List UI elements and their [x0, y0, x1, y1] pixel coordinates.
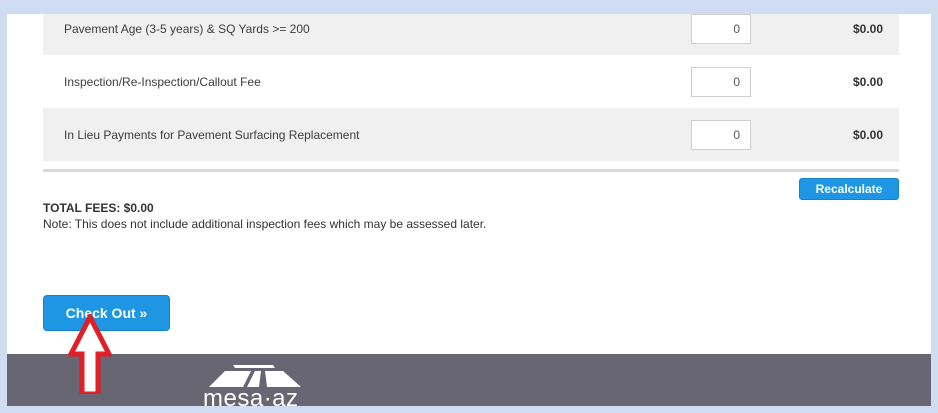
fee-amount: $0.00 — [852, 127, 883, 142]
fees-note: Note: This does not include additional i… — [43, 217, 487, 231]
mesa-az-logo[interactable]: mesa·az — [203, 363, 323, 406]
fee-amount: $0.00 — [852, 21, 883, 36]
fee-row: In Lieu Payments for Pavement Surfacing … — [43, 108, 899, 161]
red-arrow-up-icon — [68, 314, 112, 394]
fee-label: In Lieu Payments for Pavement Surfacing … — [64, 127, 360, 142]
logo-text: mesa·az — [203, 385, 299, 407]
fee-quantity-input[interactable] — [691, 14, 751, 44]
total-fees: TOTAL FEES: $0.00 — [43, 201, 154, 215]
fee-quantity-input[interactable] — [691, 119, 751, 150]
fee-row: Pavement Age (3-5 years) & SQ Yards >= 2… — [43, 14, 899, 55]
site-footer: mesa·az — [7, 354, 931, 406]
fee-quantity-input[interactable] — [691, 66, 751, 97]
fee-amount: $0.00 — [852, 74, 883, 89]
divider — [43, 169, 899, 172]
fee-label: Inspection/Re-Inspection/Callout Fee — [64, 74, 261, 89]
fees-page: Pavement Age (3-5 years) & SQ Yards >= 2… — [7, 14, 931, 406]
fee-label: Pavement Age (3-5 years) & SQ Yards >= 2… — [64, 21, 310, 36]
recalculate-button[interactable]: Recalculate — [799, 178, 899, 200]
fee-row: Inspection/Re-Inspection/Callout Fee $0.… — [43, 55, 899, 108]
